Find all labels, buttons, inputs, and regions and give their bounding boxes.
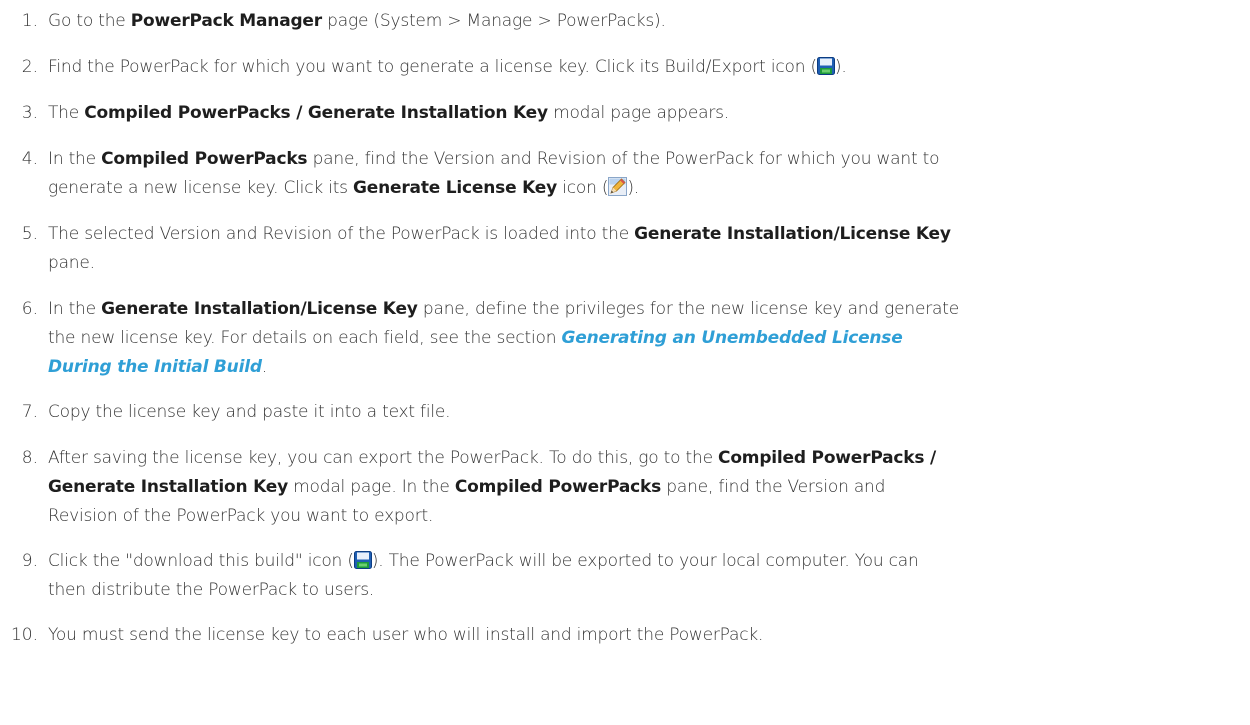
- step-text-run: page (System > Manage > PowerPacks).: [321, 11, 666, 31]
- step-number: 4.: [21, 149, 38, 169]
- step-text-run: Find the PowerPack for which you want to…: [48, 57, 817, 77]
- step-text: The Compiled PowerPacks / Generate Insta…: [48, 99, 1238, 128]
- step-text-run: pane, define the privileges for the new …: [417, 299, 959, 319]
- ui-term: Generate Installation Key: [48, 477, 288, 497]
- step-text-run: The selected Version and Revision of the…: [48, 224, 635, 244]
- step-number: 2.: [21, 57, 38, 77]
- step-text-run: The: [48, 103, 85, 123]
- ui-term: PowerPack Manager: [130, 11, 322, 31]
- ui-term: Generate Installation/License Key: [101, 299, 418, 319]
- pencil-edit-icon: [608, 177, 628, 196]
- step-text-run: In the: [48, 299, 102, 319]
- step-text-run: After saving the license key, you can ex…: [48, 448, 719, 468]
- step-text-run: Copy the license key and paste it into a…: [48, 402, 451, 422]
- step-number: 1.: [21, 11, 38, 31]
- step-text-run: Revision of the PowerPack you want to ex…: [48, 506, 434, 526]
- step-text: The selected Version and Revision of the…: [48, 220, 1238, 278]
- step-text-run: Click the "download this build" icon (: [48, 551, 354, 571]
- step-text-run: generate a new license key. Click its: [48, 178, 354, 198]
- step-number: 10.: [10, 625, 38, 645]
- step-text-run: ). The PowerPack will be exported to you…: [371, 551, 919, 571]
- step-text: Click the "download this build" icon ().…: [48, 547, 1238, 605]
- ui-term: Compiled PowerPacks / Generate Installat…: [84, 103, 548, 123]
- step-number: 6.: [21, 299, 38, 319]
- step-text-run: pane, find the Version and Revision of t…: [307, 149, 940, 169]
- save-disk-icon: [816, 57, 835, 75]
- save-disk-icon: [353, 551, 372, 569]
- step-text: In the Compiled PowerPacks pane, find th…: [48, 145, 1238, 203]
- step-text-run: the new license key. For details on each…: [48, 328, 562, 348]
- step-text: Find the PowerPack for which you want to…: [48, 53, 1238, 82]
- step-text-run: modal page appears.: [547, 103, 729, 123]
- step-number: 9.: [21, 551, 38, 571]
- step-number: 5.: [21, 224, 38, 244]
- step-text-run: Go to the: [48, 11, 131, 31]
- step-number: 8.: [21, 448, 38, 468]
- step-text: In the Generate Installation/License Key…: [48, 295, 1238, 382]
- ui-term: Generate License Key: [353, 178, 558, 198]
- step-text: Copy the license key and paste it into a…: [48, 398, 1238, 427]
- cross-reference-link[interactable]: During the Initial Build: [48, 357, 262, 377]
- step-text: You must send the license key to each us…: [48, 621, 1238, 650]
- step-text-run: then distribute the PowerPack to users.: [48, 580, 375, 600]
- step-text: Go to the PowerPack Manager page (System…: [48, 7, 1238, 36]
- ui-term: Compiled PowerPacks: [454, 477, 662, 497]
- ui-term: Generate Installation/License Key: [634, 224, 951, 244]
- step-text-run: icon (: [557, 178, 609, 198]
- step-text-run: modal page. In the: [287, 477, 455, 497]
- step-text-run: In the: [48, 149, 102, 169]
- step-number: 7.: [21, 402, 38, 422]
- step-text-run: .: [261, 357, 268, 377]
- ui-term: Compiled PowerPacks: [101, 149, 308, 169]
- step-text-run: ).: [627, 178, 639, 198]
- step-text-run: pane, find the Version and: [661, 477, 886, 497]
- step-number: 3.: [21, 103, 38, 123]
- step-text: After saving the license key, you can ex…: [48, 444, 1238, 531]
- ui-term: Compiled PowerPacks /: [718, 448, 937, 468]
- step-text-run: You must send the license key to each us…: [48, 625, 764, 645]
- step-text-run: ).: [834, 57, 847, 77]
- cross-reference-link[interactable]: Generating an Unembedded License: [562, 328, 903, 348]
- step-text-run: pane.: [48, 253, 95, 273]
